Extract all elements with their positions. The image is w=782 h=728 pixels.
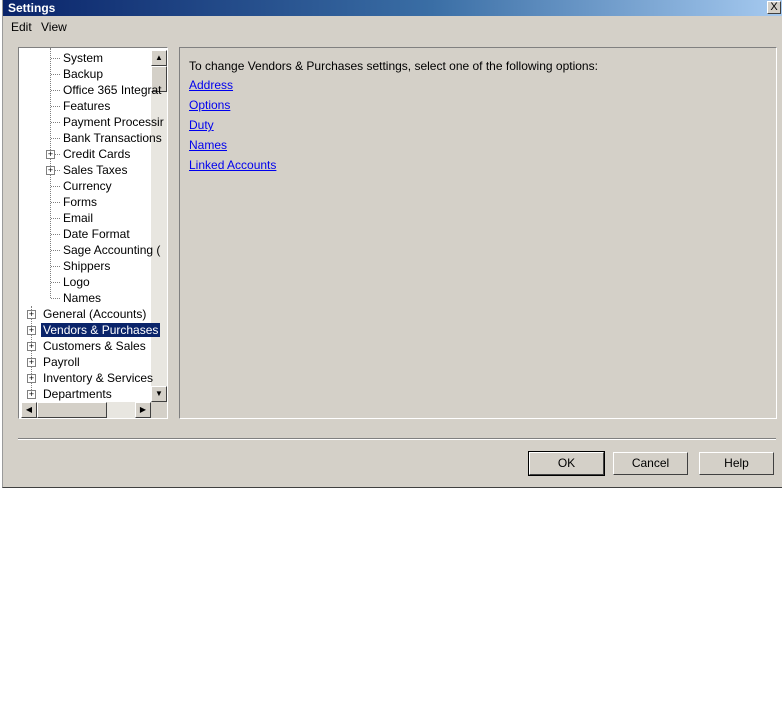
separator bbox=[18, 438, 776, 440]
tree-item-label: Sage Accounting ( bbox=[63, 243, 161, 257]
settings-tree[interactable]: ▲ ▼ ◀ ▶ System Backup Office 365 Integrat F… bbox=[18, 47, 168, 419]
tree-item-child[interactable]: Logo bbox=[61, 274, 92, 290]
tree-horizontal-scrollbar[interactable]: ◀ ▶ bbox=[21, 402, 151, 418]
title-bar[interactable]: Settings X bbox=[3, 0, 782, 16]
tree-connector bbox=[51, 90, 60, 91]
horizontal-scroll-thumb[interactable] bbox=[37, 402, 107, 418]
link-options[interactable]: Options bbox=[189, 98, 230, 112]
expand-icon[interactable]: + bbox=[46, 166, 55, 175]
tree-item-child[interactable]: Credit Cards bbox=[61, 146, 132, 162]
tree-connector bbox=[51, 106, 60, 107]
expand-icon[interactable]: + bbox=[27, 390, 36, 399]
tree-item-label: Credit Cards bbox=[63, 147, 131, 161]
tree-item-label: Payroll bbox=[43, 355, 80, 369]
menu-view[interactable]: View bbox=[41, 20, 67, 34]
tree-connector bbox=[51, 282, 60, 283]
scroll-left-button[interactable]: ◀ bbox=[21, 402, 37, 418]
tree-item-label: Sales Taxes bbox=[63, 163, 128, 177]
expand-icon[interactable]: + bbox=[27, 342, 36, 351]
settings-panel: To change Vendors & Purchases settings, … bbox=[179, 47, 777, 419]
tree-item-label: System bbox=[63, 51, 104, 65]
tree-item-label: Date Format bbox=[63, 227, 130, 241]
tree-connector bbox=[51, 266, 60, 267]
tree-item-child[interactable]: Office 365 Integrat bbox=[61, 82, 164, 98]
ok-button[interactable]: OK bbox=[528, 451, 605, 476]
tree-item-label: Shippers bbox=[63, 259, 111, 273]
link-duty[interactable]: Duty bbox=[189, 118, 214, 132]
expand-icon[interactable]: + bbox=[27, 326, 36, 335]
tree-item-label: Backup bbox=[63, 67, 104, 81]
tree-item[interactable]: General (Accounts) bbox=[41, 306, 148, 322]
window-title: Settings bbox=[8, 1, 56, 15]
scroll-corner bbox=[151, 402, 167, 418]
tree-item-label: Names bbox=[63, 291, 102, 305]
tree-vertical-scrollbar[interactable]: ▲ ▼ bbox=[151, 50, 167, 402]
tree-item-label: Forms bbox=[63, 195, 97, 209]
panel-instruction: To change Vendors & Purchases settings, … bbox=[189, 59, 598, 73]
tree-item[interactable]: Departments bbox=[41, 386, 114, 402]
tree-item-child[interactable]: Date Format bbox=[61, 226, 132, 242]
tree-item-child[interactable]: Shippers bbox=[61, 258, 112, 274]
tree-item-label: Features bbox=[63, 99, 111, 113]
scroll-right-button[interactable]: ▶ bbox=[135, 402, 151, 418]
tree-item-child[interactable]: System bbox=[61, 50, 105, 66]
tree-connector bbox=[51, 138, 60, 139]
tree-item-label: Logo bbox=[63, 275, 90, 289]
tree-item-child[interactable]: Names bbox=[61, 290, 103, 306]
link-linked-accounts[interactable]: Linked Accounts bbox=[189, 158, 276, 172]
tree-item-label: Currency bbox=[63, 179, 112, 193]
scroll-down-button[interactable]: ▼ bbox=[151, 386, 167, 402]
tree-item[interactable]: Payroll bbox=[41, 354, 82, 370]
tree-item-label: General (Accounts) bbox=[43, 307, 147, 321]
tree-connector bbox=[51, 74, 60, 75]
close-button[interactable]: X bbox=[767, 1, 781, 14]
tree-item[interactable]: Inventory & Services bbox=[41, 370, 155, 386]
expand-icon[interactable]: + bbox=[27, 358, 36, 367]
menu-bar: Edit View bbox=[3, 17, 781, 37]
expand-icon[interactable]: + bbox=[27, 310, 36, 319]
help-button[interactable]: Help bbox=[699, 452, 774, 475]
tree-item-child[interactable]: Sales Taxes bbox=[61, 162, 129, 178]
tree-item[interactable]: Customers & Sales bbox=[41, 338, 148, 354]
tree-item-label: Vendors & Purchases bbox=[41, 323, 161, 337]
tree-item-label: Bank Transactions bbox=[63, 131, 162, 145]
tree-item-child[interactable]: Forms bbox=[61, 194, 99, 210]
tree-connector bbox=[51, 186, 60, 187]
cancel-button[interactable]: Cancel bbox=[613, 452, 688, 475]
expand-icon[interactable]: + bbox=[46, 150, 55, 159]
tree-item-child[interactable]: Email bbox=[61, 210, 95, 226]
tree-item-child[interactable]: Payment Processir bbox=[61, 114, 166, 130]
tree-item-child[interactable]: Bank Transactions bbox=[61, 130, 164, 146]
tree-connector bbox=[51, 122, 60, 123]
tree-item-child[interactable]: Sage Accounting ( bbox=[61, 242, 162, 258]
tree-connector bbox=[51, 298, 60, 299]
link-names[interactable]: Names bbox=[189, 138, 227, 152]
link-address[interactable]: Address bbox=[189, 78, 233, 92]
tree-item-child[interactable]: Backup bbox=[61, 66, 105, 82]
expand-icon[interactable]: + bbox=[27, 374, 36, 383]
menu-edit[interactable]: Edit bbox=[11, 20, 32, 34]
settings-window: Settings X Edit View ▲ ▼ ◀ ▶ System Backu… bbox=[2, 0, 782, 488]
scroll-up-button[interactable]: ▲ bbox=[151, 50, 167, 66]
tree-item-label: Office 365 Integrat bbox=[63, 83, 162, 97]
tree-item-selected[interactable]: Vendors & Purchases bbox=[41, 322, 161, 338]
tree-connector bbox=[51, 218, 60, 219]
tree-item-label: Payment Processir bbox=[63, 115, 164, 129]
tree-item-label: Inventory & Services bbox=[43, 371, 154, 385]
tree-connector bbox=[51, 250, 60, 251]
tree-item-label: Customers & Sales bbox=[43, 339, 146, 353]
tree-item-label: Email bbox=[63, 211, 94, 225]
tree-item-label: Departments bbox=[43, 387, 112, 401]
tree-connector bbox=[51, 202, 60, 203]
tree-item-child[interactable]: Features bbox=[61, 98, 112, 114]
tree-connector bbox=[51, 58, 60, 59]
tree-connector bbox=[51, 234, 60, 235]
tree-item-child[interactable]: Currency bbox=[61, 178, 114, 194]
